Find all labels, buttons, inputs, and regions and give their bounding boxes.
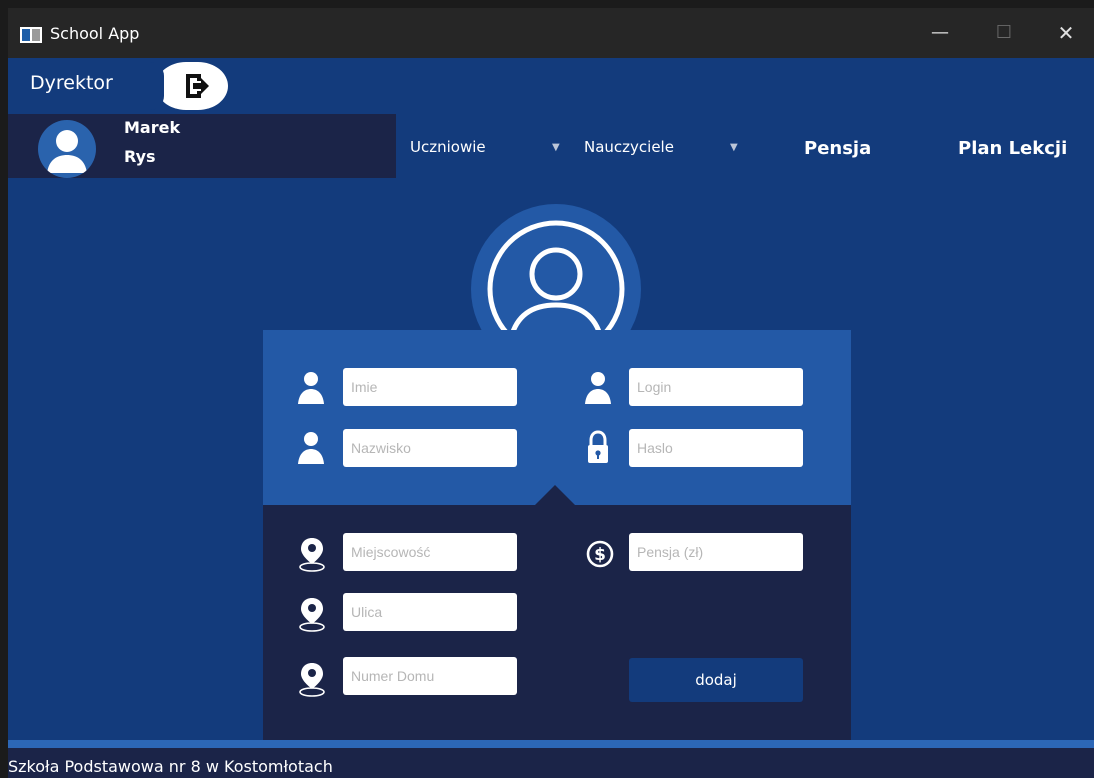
card-notch xyxy=(535,485,575,505)
haslo-input[interactable] xyxy=(629,429,803,467)
login-input[interactable] xyxy=(629,368,803,406)
nav-uczniowie-dropdown[interactable]: Uczniowie ▼ xyxy=(410,114,574,178)
user-last-name: Rys xyxy=(124,147,156,166)
nav-nauczyciele-dropdown[interactable]: Nauczyciele ▼ xyxy=(584,114,748,178)
dollar-icon: $ xyxy=(586,540,614,568)
window-title: School App xyxy=(50,24,140,43)
role-label: Dyrektor xyxy=(30,72,113,94)
lock-icon xyxy=(588,430,608,463)
status-bar: Szkoła Podstawowa nr 8 w Kostomłotach xyxy=(8,740,1094,778)
maximize-button[interactable]: ☐ xyxy=(982,18,1026,48)
main-window: Dyrektor Marek Rys Uczniowie ▼ Nauczycie… xyxy=(8,58,1094,740)
logout-button[interactable] xyxy=(150,62,228,110)
user-panel: Marek Rys xyxy=(8,114,396,178)
user-icon xyxy=(298,432,324,464)
pensja-input[interactable] xyxy=(629,533,803,571)
ulica-input[interactable] xyxy=(343,593,517,631)
chevron-down-icon: ▼ xyxy=(730,142,738,153)
user-icon xyxy=(585,372,611,404)
nav-plan-lekcji[interactable]: Plan Lekcji xyxy=(958,138,1067,159)
miejscowosc-input[interactable] xyxy=(343,533,517,571)
school-name: Szkoła Podstawowa nr 8 w Kostomłotach xyxy=(8,757,333,776)
role-tab: Dyrektor xyxy=(8,58,228,114)
user-icon xyxy=(298,372,324,404)
numer-domu-input[interactable] xyxy=(343,657,517,695)
logout-icon xyxy=(186,74,209,98)
minimize-button[interactable]: — xyxy=(918,18,962,48)
add-button[interactable]: dodaj xyxy=(629,658,803,702)
close-button[interactable]: ✕ xyxy=(1044,18,1088,48)
title-bar: School App — ☐ ✕ xyxy=(8,8,1094,58)
imie-input[interactable] xyxy=(343,368,517,406)
nav-pensja[interactable]: Pensja xyxy=(804,138,871,159)
status-stripe xyxy=(8,740,1094,748)
map-pin-icon xyxy=(299,538,325,572)
nav-nauczyciele-label: Nauczyciele xyxy=(584,138,674,156)
nazwisko-input[interactable] xyxy=(343,429,517,467)
chevron-down-icon: ▼ xyxy=(552,142,560,153)
map-pin-icon xyxy=(299,663,325,697)
map-pin-icon xyxy=(299,598,325,632)
app-icon xyxy=(20,27,42,43)
user-first-name: Marek xyxy=(124,118,181,137)
nav-uczniowie-label: Uczniowie xyxy=(410,138,486,156)
user-avatar-icon xyxy=(38,120,96,178)
svg-text:$: $ xyxy=(594,545,606,565)
form-card-top xyxy=(263,330,851,505)
